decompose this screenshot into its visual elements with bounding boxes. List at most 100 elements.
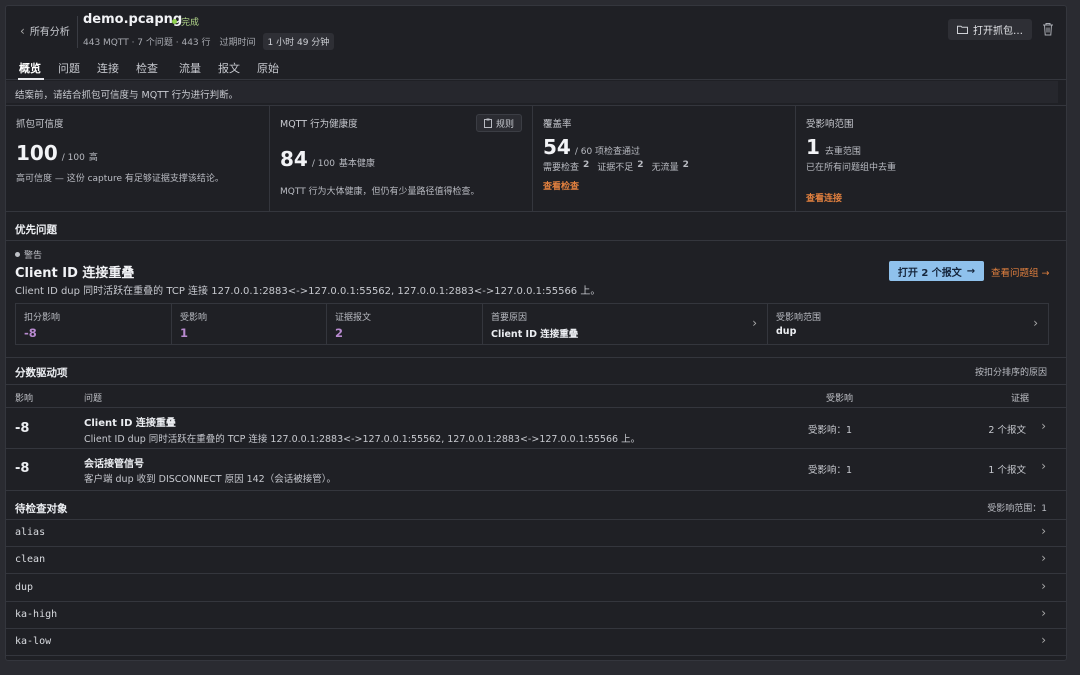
meta-duration-label: 过期时间: [219, 38, 256, 48]
stat-primary-cause[interactable]: 首要原因 Client ID 连接重叠 ›: [483, 304, 768, 344]
card-title: 受影响范围: [806, 119, 854, 130]
health-value: 84: [280, 147, 308, 171]
open-capture-label: 打开抓包…: [973, 26, 1023, 37]
row-evidence: 2 个报文: [988, 425, 1026, 436]
no-traffic-count: 2: [682, 160, 689, 170]
open-packets-label: 打开 2 个报文: [897, 267, 962, 279]
tab-traffic[interactable]: 流量: [179, 60, 201, 76]
card-title: 抓包可信度: [16, 119, 64, 130]
card-title: 覆盖率: [543, 119, 572, 130]
col-evidence: 证据: [1011, 394, 1030, 404]
row-affected: 受影响：1: [808, 425, 853, 436]
card-coverage: 覆盖率 54 / 60 项检查通过 需要检查 2 证据不足 2 无流量 2 查看…: [533, 106, 796, 212]
card-health: MQTT 行为健康度 规则 84 / 100 基本健康 MQTT 行为大体健康，…: [270, 106, 533, 212]
stat-label: 受影响范围: [776, 313, 822, 323]
health-grade: 基本健康: [338, 159, 375, 169]
view-issue-group-link[interactable]: 查看问题组 →: [991, 265, 1050, 279]
trash-icon[interactable]: [1042, 22, 1054, 36]
coverage-value: 54: [543, 135, 571, 159]
open-packets-button[interactable]: 打开 2 个报文 →: [889, 261, 984, 281]
back-link[interactable]: ‹ 所有分析: [20, 23, 70, 39]
stat-value: 2: [335, 326, 344, 340]
folder-icon: [957, 25, 968, 34]
view-group-label: 查看问题组: [991, 268, 1039, 279]
col-affected: 受影响: [826, 394, 854, 404]
meta-counts: 443 MQTT · 7 个问题 · 443 行: [83, 38, 211, 48]
row-impact: -8: [15, 421, 30, 436]
stat-affected: 受影响 1: [172, 304, 327, 344]
severity-text: 警告: [24, 251, 43, 261]
stat-label: 受影响: [180, 313, 208, 323]
pending-scope-note: 受影响范围：1: [987, 504, 1047, 514]
row-title: Client ID 连接重叠: [84, 418, 176, 429]
divider: [6, 407, 1066, 408]
chevron-right-icon: ›: [1041, 459, 1046, 473]
arrow-right-icon: →: [1041, 268, 1050, 279]
active-tab-indicator: [18, 78, 44, 80]
tab-overview[interactable]: 概览: [19, 60, 41, 76]
divider: [6, 490, 1066, 491]
divider: [6, 240, 1066, 241]
row-impact: -8: [15, 461, 30, 476]
view-checks-link[interactable]: 查看检查: [543, 179, 785, 192]
divider: [6, 573, 1066, 574]
file-meta: 443 MQTT · 7 个问题 · 443 行 过期时间 1 小时 49 分钟: [83, 33, 335, 50]
coverage-suffix: / 60 项检查通过: [574, 147, 641, 157]
divider: [6, 357, 1066, 358]
insufficient-label: 证据不足: [597, 163, 634, 173]
chevron-right-icon: ›: [752, 316, 757, 330]
object-name: alias: [15, 527, 46, 538]
stat-label: 证据报文: [335, 313, 372, 323]
chevron-right-icon: ›: [1041, 551, 1046, 565]
file-title: demo.pcapng: [83, 12, 183, 27]
severity-dot-icon: [15, 252, 20, 257]
status-label: 完成: [181, 18, 200, 28]
divider: [77, 16, 78, 48]
divider: [6, 601, 1066, 602]
chevron-right-icon: ›: [1041, 606, 1046, 620]
stat-label: 首要原因: [491, 313, 528, 323]
chevron-right-icon: ›: [1041, 524, 1046, 538]
rules-label: 规则: [495, 119, 514, 130]
header: ‹ 所有分析 demo.pcapng 完成 443 MQTT · 7 个问题 ·…: [6, 6, 1066, 56]
stat-label: 扣分影响: [24, 313, 61, 323]
divider: [6, 655, 1066, 656]
section-title-priority: 优先问题: [15, 224, 57, 236]
need-check-count: 2: [583, 160, 590, 170]
stat-value: -8: [24, 326, 37, 340]
confidence-suffix: / 100: [61, 153, 85, 163]
col-issue: 问题: [84, 394, 103, 404]
rules-button[interactable]: 规则: [475, 114, 522, 132]
stat-scope[interactable]: 受影响范围 dup ›: [768, 304, 1048, 344]
meta-duration-value: 1 小时 49 分钟: [262, 33, 335, 50]
insufficient-count: 2: [637, 160, 644, 170]
divider: [6, 519, 1066, 520]
row-desc: Client ID dup 同时活跃在重叠的 TCP 连接 127.0.0.1:…: [84, 434, 641, 445]
object-name: dup: [15, 582, 34, 593]
section-title-score: 分数驱动项: [15, 367, 68, 379]
open-capture-button[interactable]: 打开抓包…: [948, 19, 1032, 40]
clipboard-icon: [483, 118, 492, 128]
stat-value: Client ID 连接重叠: [491, 329, 579, 340]
chevron-right-icon: ›: [1033, 316, 1038, 330]
priority-stats: 扣分影响 -8 受影响 1 证据报文 2 首要原因 Client ID 连接重叠…: [15, 303, 1049, 345]
stat-deduction: 扣分影响 -8: [16, 304, 172, 344]
stat-evidence: 证据报文 2: [327, 304, 483, 344]
no-traffic-label: 无流量: [651, 163, 679, 173]
chevron-right-icon: ›: [1041, 579, 1046, 593]
row-title: 会话接管信号: [84, 459, 144, 470]
tab-issues[interactable]: 问题: [58, 60, 80, 76]
divider: [6, 546, 1066, 547]
summary-cards: 抓包可信度 100 / 100 高 高可信度 — 这份 capture 有足够证…: [6, 105, 1066, 212]
tab-raw[interactable]: 原始: [257, 60, 279, 76]
stat-value: dup: [776, 326, 797, 337]
info-banner: 结案前，请结合抓包可信度与 MQTT 行为进行判断。: [6, 81, 1058, 103]
tab-connections[interactable]: 连接: [97, 60, 119, 76]
need-check-label: 需要检查: [543, 163, 580, 173]
health-desc: MQTT 行为大体健康，但仍有少量路径值得检查。: [280, 187, 480, 197]
status-dot-icon: [172, 19, 177, 24]
tab-packets[interactable]: 报文: [218, 60, 240, 76]
chevron-right-icon: ›: [1041, 633, 1046, 647]
view-connections-link[interactable]: 查看连接: [806, 191, 1058, 204]
tab-checks[interactable]: 检查: [136, 60, 158, 76]
